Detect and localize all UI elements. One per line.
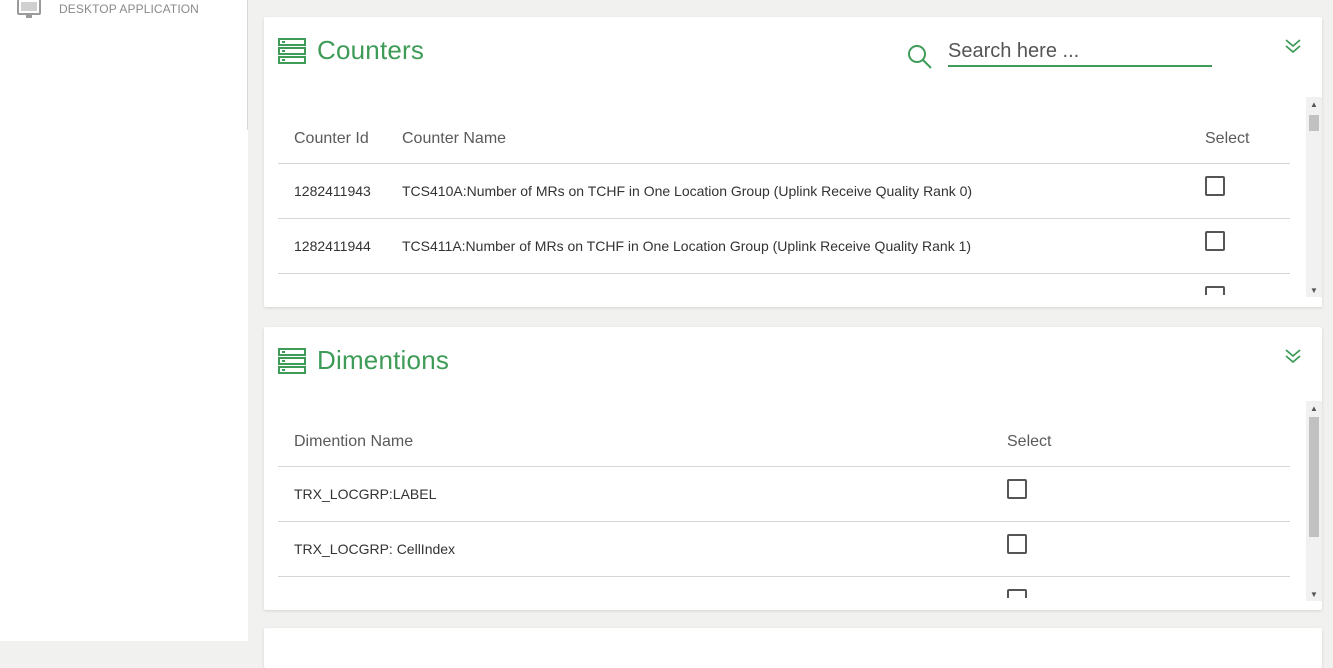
scroll-down-arrow-icon[interactable]: ▼: [1306, 587, 1322, 601]
counters-header: Counters: [278, 35, 424, 66]
next-panel: [264, 628, 1322, 668]
dimentions-scrollbar[interactable]: ▲ ▼: [1306, 401, 1322, 601]
scroll-up-arrow-icon[interactable]: ▲: [1306, 97, 1322, 111]
search-input[interactable]: [948, 37, 1212, 67]
counters-panel: Counters Counter Id Counter Name Select …: [264, 17, 1322, 307]
column-header-dimention-name[interactable]: Dimention Name: [278, 418, 991, 467]
scroll-down-arrow-icon[interactable]: ▼: [1306, 283, 1322, 297]
collapse-counters-button[interactable]: [1284, 37, 1302, 55]
counter-name-cell: TCS411A:Number of MRs on TCHF in One Loc…: [386, 218, 1189, 274]
counter-id-cell: 1282411945: [278, 273, 386, 295]
sidebar-divider: [247, 0, 248, 130]
dimention-name-cell: TRX_LOCGRP:LABEL: [278, 466, 991, 522]
counters-scrollbar[interactable]: ▲ ▼: [1306, 97, 1322, 297]
column-header-select[interactable]: Select: [991, 418, 1290, 467]
dimentions-table-container: Dimention Name Select TRX_LOCGRP:LABEL T…: [278, 418, 1306, 598]
dimentions-panel: Dimentions Dimention Name Select TRX_LOC…: [264, 327, 1322, 610]
table-header-row: Counter Id Counter Name Select: [278, 115, 1290, 164]
scroll-up-arrow-icon[interactable]: ▲: [1306, 401, 1322, 415]
table-row: 1282411945 TCS412A:Number of MRs on TCHF…: [278, 273, 1290, 295]
table-list-icon: [278, 347, 306, 374]
sidebar-item-label: DESKTOP APPLICATION: [59, 2, 199, 16]
counter-id-cell: 1282411943: [278, 163, 386, 219]
collapse-dimentions-button[interactable]: [1284, 347, 1302, 365]
search-icon[interactable]: [906, 43, 934, 71]
select-checkbox[interactable]: [1007, 533, 1027, 554]
table-row: 1282411943 TCS410A:Number of MRs on TCHF…: [278, 163, 1290, 219]
scrollbar-thumb[interactable]: [1309, 417, 1319, 537]
select-checkbox[interactable]: [1205, 285, 1225, 295]
table-header-row: Dimention Name Select: [278, 418, 1290, 467]
select-checkbox[interactable]: [1007, 588, 1027, 598]
select-checkbox[interactable]: [1205, 175, 1225, 196]
select-cell: [1189, 273, 1290, 295]
counter-id-cell: 1282411944: [278, 218, 386, 274]
counters-title: Counters: [317, 35, 425, 65]
counter-name-cell: TCS410A:Number of MRs on TCHF in One Loc…: [386, 163, 1189, 219]
table-row: TRX_LOCGRP: CGI: [278, 576, 1290, 598]
select-cell: [991, 521, 1290, 577]
table-row: 1282411944 TCS411A:Number of MRs on TCHF…: [278, 218, 1290, 274]
select-cell: [991, 576, 1290, 598]
scrollbar-thumb[interactable]: [1309, 115, 1319, 131]
counters-table-container: Counter Id Counter Name Select 128241194…: [278, 115, 1306, 295]
table-row: TRX_LOCGRP:LABEL: [278, 466, 1290, 522]
dimentions-table: Dimention Name Select TRX_LOCGRP:LABEL T…: [278, 418, 1290, 598]
sidebar: DESKTOP APPLICATION: [0, 0, 248, 641]
counters-search: [906, 37, 1214, 87]
select-cell: [991, 466, 1290, 522]
counters-table: Counter Id Counter Name Select 128241194…: [278, 115, 1290, 295]
dimention-name-cell: TRX_LOCGRP: CGI: [278, 576, 991, 598]
dimentions-title: Dimentions: [317, 345, 450, 375]
select-cell: [1189, 163, 1290, 219]
table-list-icon: [278, 37, 306, 64]
select-checkbox[interactable]: [1007, 478, 1027, 499]
counter-name-cell: TCS412A:Number of MRs on TCHF in One Loc…: [386, 273, 1189, 295]
select-cell: [1189, 218, 1290, 274]
dimention-name-cell: TRX_LOCGRP: CellIndex: [278, 521, 991, 577]
monitor-icon: [17, 0, 41, 18]
select-checkbox[interactable]: [1205, 230, 1225, 251]
column-header-select[interactable]: Select: [1189, 115, 1290, 164]
column-header-counter-name[interactable]: Counter Name: [386, 115, 1189, 164]
sidebar-item-desktop-application[interactable]: DESKTOP APPLICATION: [16, 0, 199, 20]
column-header-counter-id[interactable]: Counter Id: [278, 115, 386, 164]
table-row: TRX_LOCGRP: CellIndex: [278, 521, 1290, 577]
dimentions-header: Dimentions: [278, 345, 449, 376]
